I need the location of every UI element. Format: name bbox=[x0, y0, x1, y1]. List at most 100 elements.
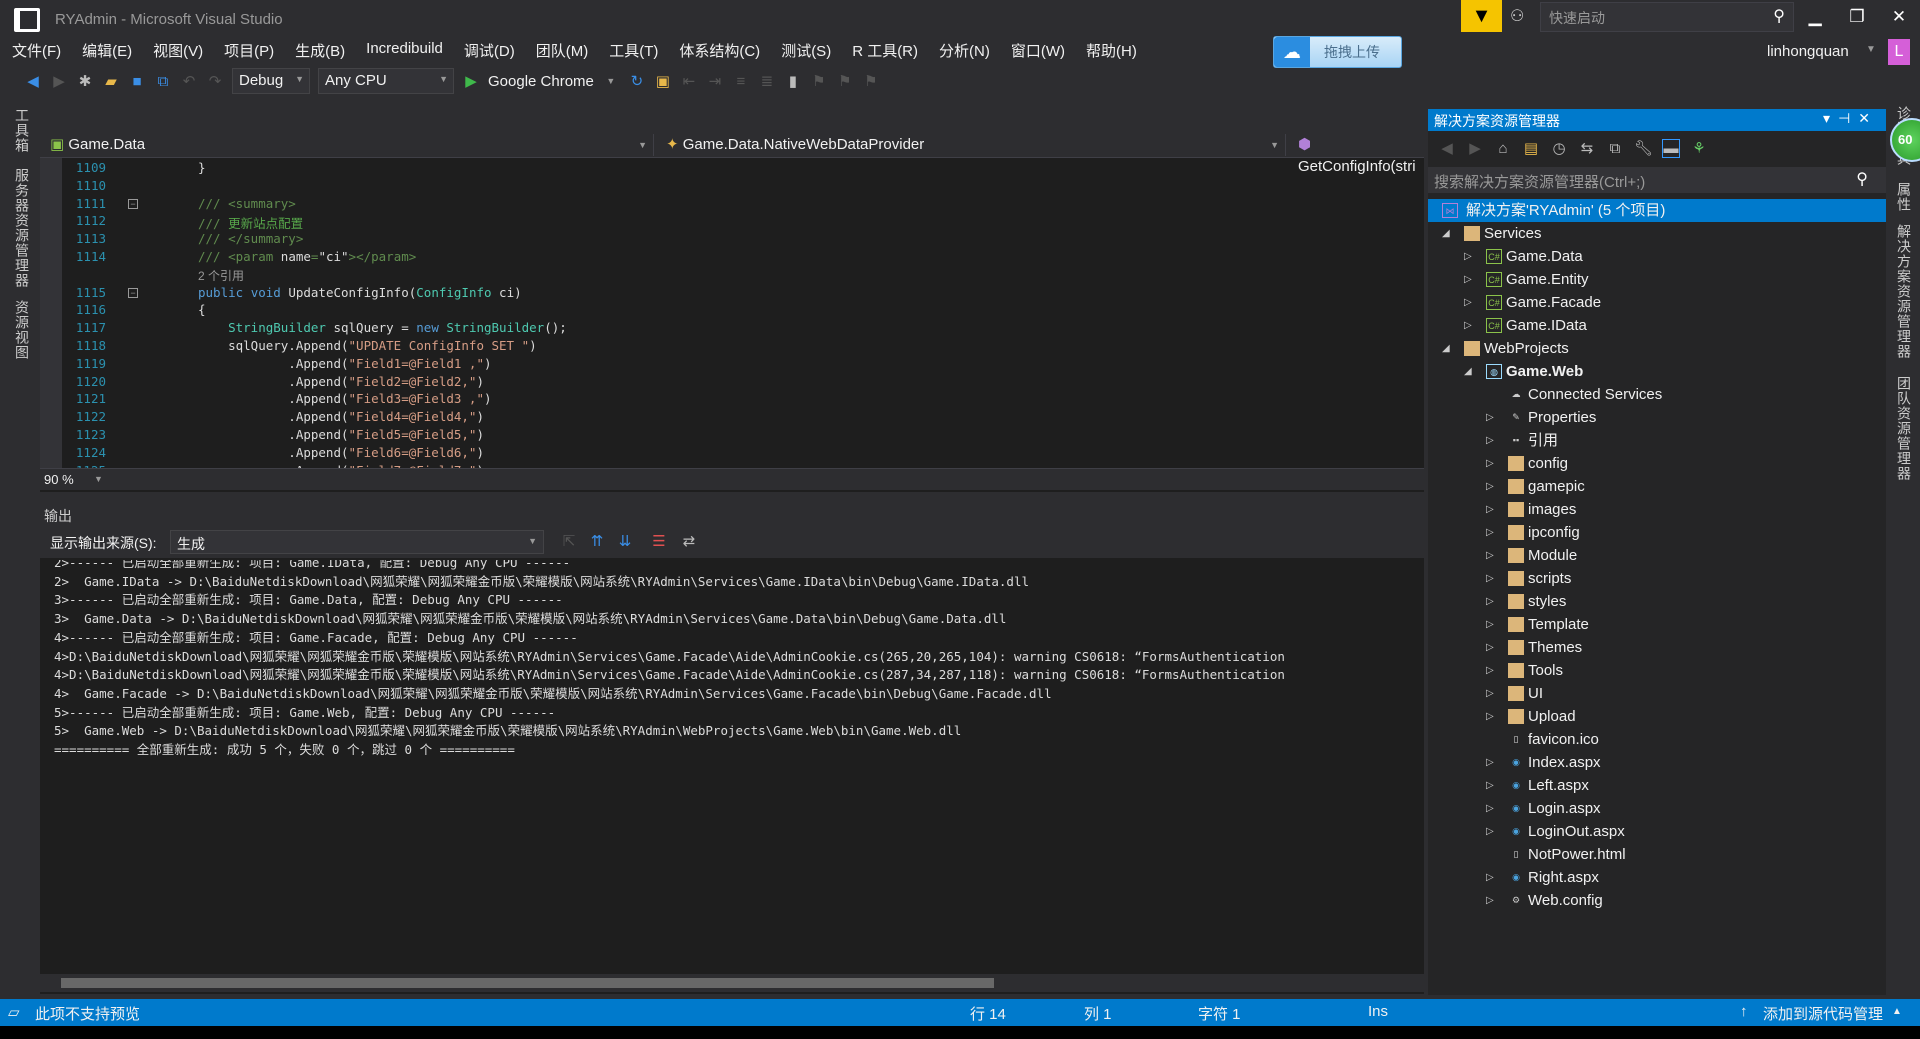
back-icon[interactable]: ◀ bbox=[1438, 139, 1456, 157]
previous-message-icon[interactable]: ⇈ bbox=[588, 532, 606, 550]
expand-arrow-icon[interactable]: ▷ bbox=[1486, 774, 1498, 797]
word-wrap-icon[interactable]: ⇄ bbox=[680, 532, 698, 550]
upload-arrow-icon[interactable]: ↑ bbox=[1740, 1003, 1748, 1020]
close-button[interactable]: ✕ bbox=[1884, 4, 1914, 30]
feedback-icon[interactable]: ⚇ bbox=[1510, 6, 1530, 26]
scrollbar-thumb[interactable] bbox=[61, 978, 994, 988]
expand-arrow-icon[interactable]: ▷ bbox=[1486, 866, 1498, 889]
collapse-arrow-icon[interactable]: ◢ bbox=[1442, 222, 1454, 245]
tree-item[interactable]: ▷ C# Game.IData bbox=[1428, 314, 1886, 337]
avatar[interactable]: L bbox=[1888, 39, 1910, 65]
member-dropdown[interactable]: ⬢ GetConfigInfo(stri bbox=[1292, 134, 1432, 175]
expand-arrow-icon[interactable]: ▷ bbox=[1486, 820, 1498, 843]
next-bookmark-icon[interactable]: ⚑ bbox=[836, 72, 854, 90]
expand-arrow-icon[interactable]: ▷ bbox=[1464, 291, 1476, 314]
undo-icon[interactable]: ↶ bbox=[180, 72, 198, 90]
tree-item[interactable]: ▷ UI bbox=[1428, 682, 1886, 705]
chevron-down-icon[interactable]: ▼ bbox=[1866, 44, 1876, 55]
save-icon[interactable]: ■ bbox=[128, 73, 146, 90]
expand-arrow-icon[interactable]: ▷ bbox=[1464, 245, 1476, 268]
configuration-dropdown[interactable]: Debug ▼ bbox=[232, 68, 310, 94]
tree-item[interactable]: ▷ Upload bbox=[1428, 705, 1886, 728]
preview-selected-icon[interactable]: ▬ bbox=[1662, 138, 1680, 158]
code-editor[interactable]: ▣ Game.Data ▼ ✦ Game.Data.NativeWebDataPr… bbox=[40, 132, 1424, 492]
expand-arrow-icon[interactable]: ▷ bbox=[1486, 521, 1498, 544]
chevron-down-icon[interactable]: ▼ bbox=[94, 474, 103, 484]
project-dropdown[interactable]: ▣ Game.Data ▼ bbox=[44, 134, 654, 156]
tree-item[interactable]: ▷ Module bbox=[1428, 544, 1886, 567]
tree-item[interactable]: ⋈ 解决方案'RYAdmin' (5 个项目) bbox=[1428, 199, 1886, 222]
add-to-source-control-button[interactable]: 添加到源代码管理 bbox=[1763, 1003, 1883, 1024]
tree-item[interactable]: ▷ ✎ Properties bbox=[1428, 406, 1886, 429]
collapse-arrow-icon[interactable]: ◢ bbox=[1464, 360, 1476, 383]
tree-item[interactable]: ▷ ◉ Index.aspx bbox=[1428, 751, 1886, 774]
expand-arrow-icon[interactable]: ▷ bbox=[1486, 659, 1498, 682]
tree-item[interactable]: ▷ Tools bbox=[1428, 659, 1886, 682]
tree-item[interactable]: ▷ ipconfig bbox=[1428, 521, 1886, 544]
expand-arrow-icon[interactable]: ▷ bbox=[1486, 751, 1498, 774]
menu-item[interactable]: 视图(V) bbox=[153, 40, 203, 64]
collapse-region-icon[interactable]: − bbox=[128, 198, 138, 209]
tree-item[interactable]: ▷ ▪▪ 引用 bbox=[1428, 429, 1886, 452]
indent-icon[interactable]: ⇤ bbox=[680, 72, 698, 90]
output-source-dropdown[interactable]: 生成 ▼ bbox=[170, 530, 544, 554]
tree-item[interactable]: ▷ ◉ Right.aspx bbox=[1428, 866, 1886, 889]
collapse-arrow-icon[interactable]: ◢ bbox=[1442, 337, 1454, 360]
play-icon[interactable]: ▶ bbox=[462, 72, 480, 90]
tree-item[interactable]: ▷ gamepic bbox=[1428, 475, 1886, 498]
home-icon[interactable]: ⌂ bbox=[1494, 140, 1512, 157]
tree-item[interactable]: ◢ ◍ Game.Web bbox=[1428, 360, 1886, 383]
comment-icon[interactable]: ≡ bbox=[732, 73, 750, 90]
run-target-button[interactable]: Google Chrome bbox=[488, 73, 594, 90]
menu-item[interactable]: 工具(T) bbox=[609, 40, 658, 64]
tree-item[interactable]: ◢ WebProjects bbox=[1428, 337, 1886, 360]
tab-properties[interactable]: 属性 bbox=[1894, 182, 1914, 212]
tab-server-explorer[interactable]: 服务器资源管理器 bbox=[12, 168, 32, 288]
expand-arrow-icon[interactable]: ▷ bbox=[1486, 406, 1498, 429]
menu-item[interactable]: 编辑(E) bbox=[82, 40, 132, 64]
tree-item[interactable]: ▷ C# Game.Data bbox=[1428, 245, 1886, 268]
tree-item[interactable]: ▷ C# Game.Entity bbox=[1428, 268, 1886, 291]
switch-views-icon[interactable]: ▤ bbox=[1522, 139, 1540, 157]
uncomment-icon[interactable]: ≣ bbox=[758, 72, 776, 90]
solution-search-input[interactable]: 搜索解决方案资源管理器(Ctrl+;) ⚲ bbox=[1428, 167, 1886, 193]
class-diagram-icon[interactable]: ⚘ bbox=[1690, 139, 1708, 157]
tree-item[interactable]: ▷ scripts bbox=[1428, 567, 1886, 590]
expand-arrow-icon[interactable]: ▷ bbox=[1464, 314, 1476, 337]
menu-item[interactable]: 帮助(H) bbox=[1086, 40, 1137, 64]
restore-button[interactable]: ❐ bbox=[1842, 4, 1872, 30]
expand-arrow-icon[interactable]: ▷ bbox=[1486, 567, 1498, 590]
tree-item[interactable]: ▯ favicon.ico bbox=[1428, 728, 1886, 751]
tree-item[interactable]: ▷ ◉ Left.aspx bbox=[1428, 774, 1886, 797]
tree-item[interactable]: ▷ ◉ Login.aspx bbox=[1428, 797, 1886, 820]
tree-item[interactable]: ▷ Themes bbox=[1428, 636, 1886, 659]
expand-arrow-icon[interactable]: ▷ bbox=[1486, 429, 1498, 452]
expand-arrow-icon[interactable]: ▷ bbox=[1486, 636, 1498, 659]
menu-item[interactable]: Incredibuild bbox=[366, 40, 443, 64]
expand-arrow-icon[interactable]: ▷ bbox=[1486, 682, 1498, 705]
expand-arrow-icon[interactable]: ▷ bbox=[1486, 452, 1498, 475]
prev-bookmark-icon[interactable]: ⚑ bbox=[810, 72, 828, 90]
clear-bookmarks-icon[interactable]: ⚑ bbox=[862, 72, 880, 90]
minimize-button[interactable]: ▁ bbox=[1800, 4, 1830, 30]
menu-item[interactable]: 团队(M) bbox=[536, 40, 589, 64]
navigate-back-icon[interactable]: ◀ bbox=[24, 72, 42, 90]
tab-resource-view[interactable]: 资源视图 bbox=[12, 300, 32, 360]
properties-icon[interactable]: 🔧︎ bbox=[1634, 139, 1653, 157]
next-message-icon[interactable]: ⇊ bbox=[616, 532, 634, 550]
menu-item[interactable]: 生成(B) bbox=[295, 40, 345, 64]
tree-item[interactable]: ▷ styles bbox=[1428, 590, 1886, 613]
expand-arrow-icon[interactable]: ▷ bbox=[1486, 797, 1498, 820]
sync-icon[interactable]: ⇆ bbox=[1578, 139, 1596, 157]
refresh-icon[interactable]: ↻ bbox=[628, 72, 646, 90]
tree-item[interactable]: ▷ Template bbox=[1428, 613, 1886, 636]
expand-arrow-icon[interactable]: ▷ bbox=[1464, 268, 1476, 291]
find-message-icon[interactable]: ⇱ bbox=[560, 532, 578, 550]
menu-item[interactable]: R 工具(R) bbox=[852, 40, 918, 64]
menu-item[interactable]: 分析(N) bbox=[939, 40, 990, 64]
tab-toolbox[interactable]: 工具箱 bbox=[12, 108, 32, 153]
tree-item[interactable]: ▷ images bbox=[1428, 498, 1886, 521]
tree-item[interactable]: ▷ config bbox=[1428, 452, 1886, 475]
tree-item[interactable]: ▷ ◉ LoginOut.aspx bbox=[1428, 820, 1886, 843]
menu-item[interactable]: 文件(F) bbox=[12, 40, 61, 64]
